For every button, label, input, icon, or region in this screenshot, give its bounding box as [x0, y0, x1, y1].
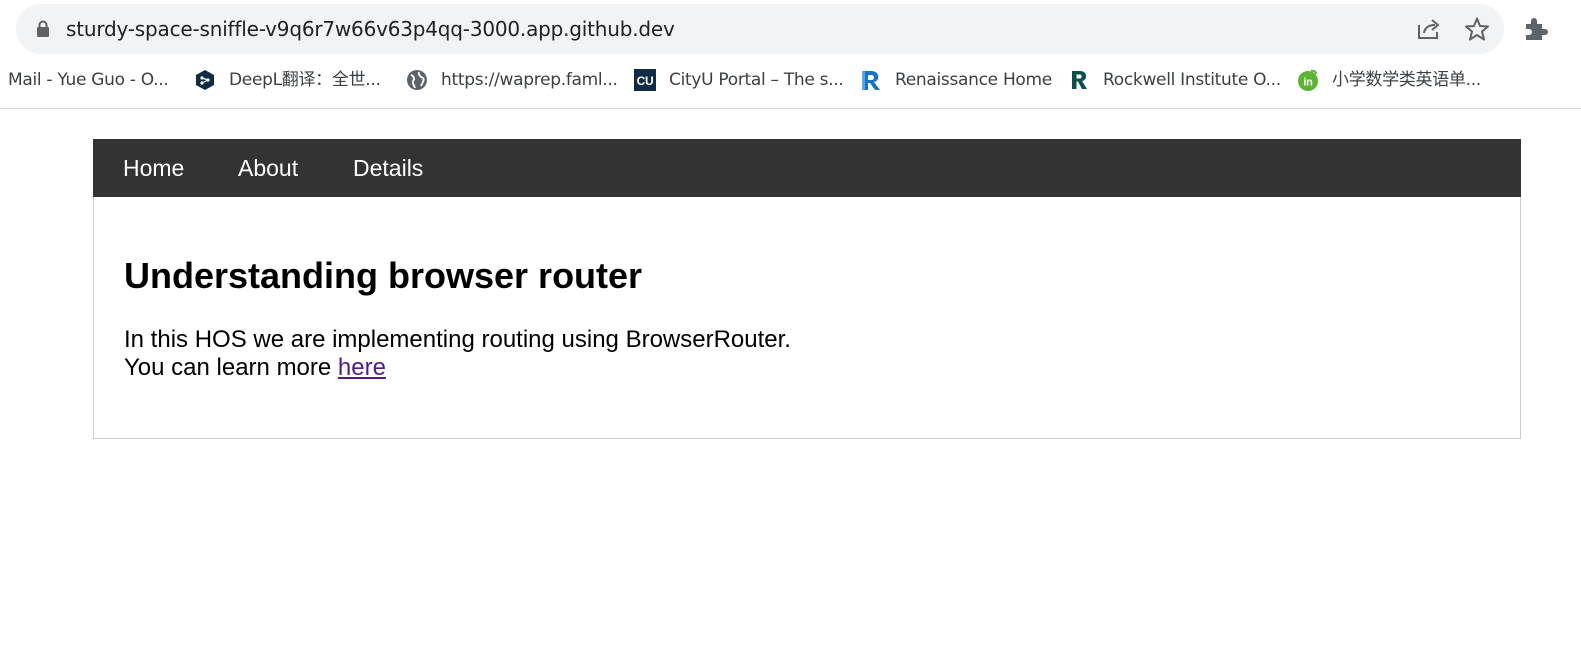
nav-link-home[interactable]: Home [123, 139, 184, 197]
browser-chrome: sturdy-space-sniffle-v9q6r7w66v63p4qq-30… [0, 0, 1581, 109]
deepl-icon [196, 70, 214, 90]
description: In this HOS we are implementing routing … [124, 326, 791, 382]
globe-icon [407, 70, 427, 90]
rockwell-icon [1072, 71, 1087, 89]
bookmark-label: Renaissance Home [895, 70, 1052, 90]
bookmarks-bar: Mail - Yue Guo - O... DeepL翻译：全世... http… [0, 60, 1581, 100]
navbar: Home About Details [93, 139, 1521, 197]
bookmark-label: Rockwell Institute O... [1103, 70, 1281, 90]
url-text[interactable]: sturdy-space-sniffle-v9q6r7w66v63p4qq-30… [66, 4, 675, 54]
page-title: Understanding browser router [124, 255, 643, 296]
nav-link-about[interactable]: About [238, 139, 298, 197]
content-panel: Understanding browser router In this HOS… [93, 197, 1521, 439]
bookmark-label: https://waprep.faml... [441, 70, 618, 90]
app-container: Home About Details Understanding browser… [93, 139, 1521, 439]
bookmark-label: Mail - Yue Guo - O... [8, 70, 169, 90]
description-line-1: In this HOS we are implementing routing … [124, 326, 791, 353]
star-icon[interactable] [1464, 16, 1490, 42]
bookmark-label: 小学数学类英语单... [1332, 70, 1481, 90]
bookmark-mail[interactable]: Mail - Yue Guo - O... [8, 60, 169, 100]
vocab-icon: in [1298, 69, 1318, 91]
share-icon[interactable] [1416, 17, 1442, 41]
lock-icon[interactable] [36, 20, 50, 38]
nav-link-details[interactable]: Details [353, 139, 423, 197]
bookmark-label: CityU Portal – The s... [669, 70, 844, 90]
address-bar[interactable]: sturdy-space-sniffle-v9q6r7w66v63p4qq-30… [16, 4, 1504, 54]
description-line-2: You can learn more [124, 354, 338, 381]
svg-text:in: in [1303, 77, 1313, 89]
extensions-icon[interactable] [1522, 16, 1548, 42]
svg-text:CU: CU [637, 74, 654, 88]
learn-more-link[interactable]: here [338, 354, 386, 381]
renaissance-icon [862, 71, 880, 90]
bookmark-label: DeepL翻译：全世... [229, 70, 381, 90]
cityu-icon: CU [634, 69, 656, 91]
